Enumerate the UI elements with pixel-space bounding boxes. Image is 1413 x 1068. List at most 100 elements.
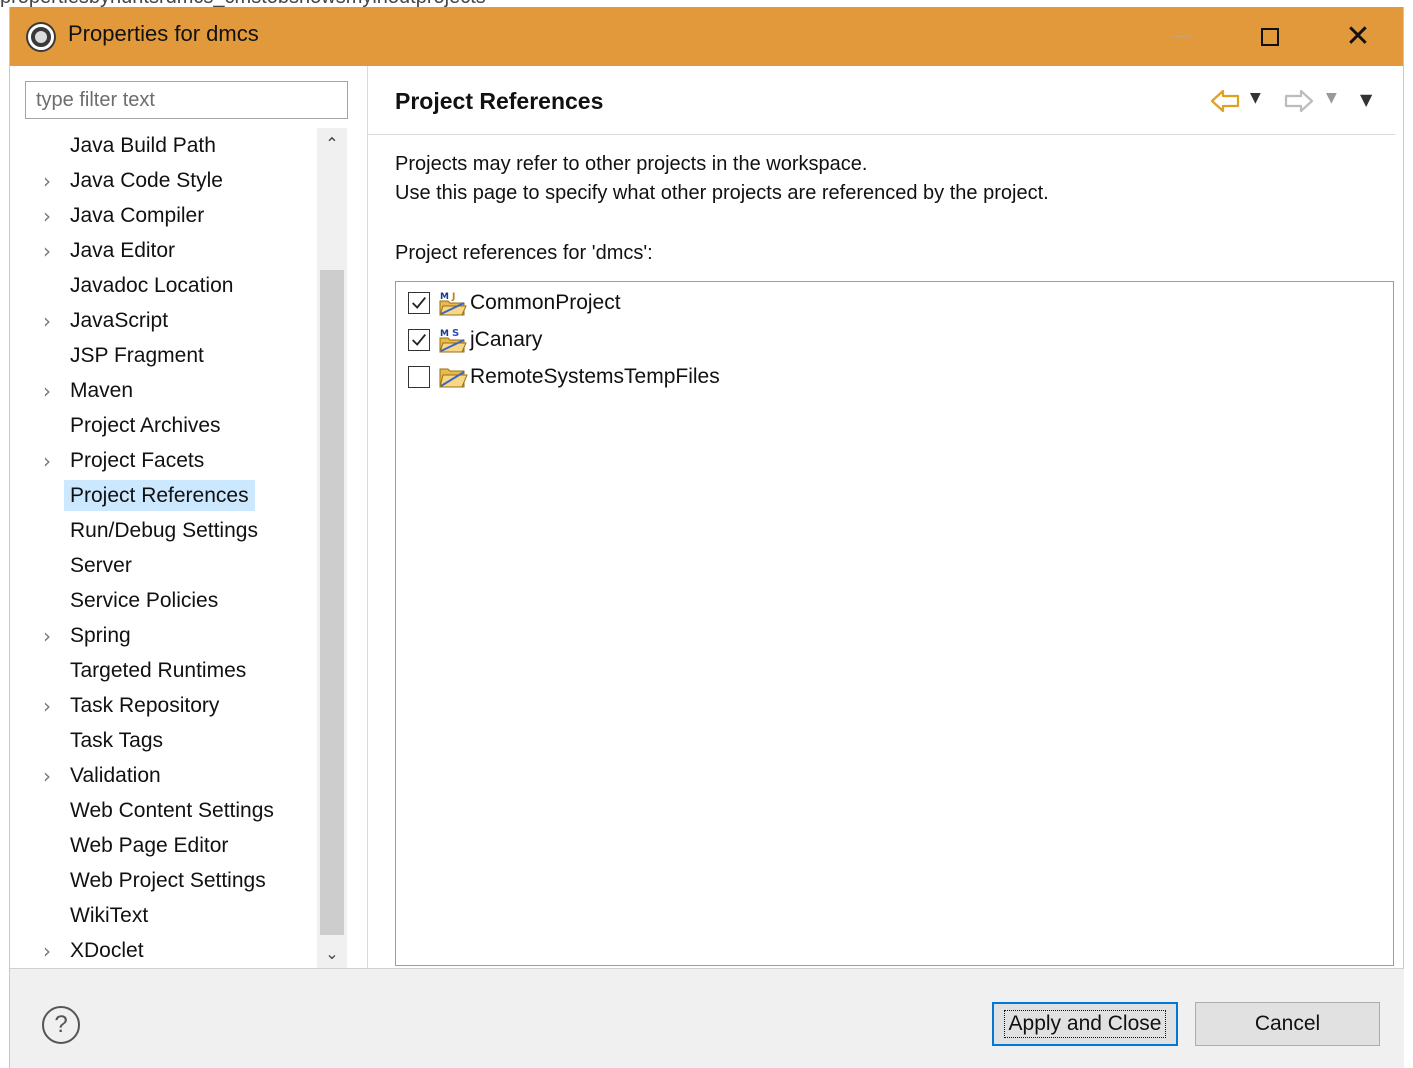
back-history-dropdown-icon[interactable]: ▼	[1250, 90, 1268, 112]
project-reference-item[interactable]: M SjCanary	[408, 323, 542, 357]
sidebar-item-javascript[interactable]: › JavaScript	[10, 303, 316, 338]
chevron-right-icon[interactable]: ›	[40, 303, 54, 338]
chevron-right-icon[interactable]: ›	[40, 198, 54, 233]
project-references-list[interactable]: M J CommonProject M SjCanary RemoteSystemsTem…	[395, 281, 1394, 966]
page-title: Project References	[395, 88, 604, 114]
chevron-right-icon[interactable]: ›	[40, 933, 54, 968]
title-bar[interactable]: Properties for dmcs ✕	[10, 7, 1403, 66]
chevron-right-icon[interactable]: ›	[40, 618, 54, 653]
filter-input[interactable]	[25, 81, 348, 119]
sidebar-item-label: JSP Fragment	[70, 344, 204, 367]
project-reference-item[interactable]: RemoteSystemsTempFiles	[408, 360, 720, 394]
sidebar-item-server[interactable]: Server	[10, 548, 316, 583]
chevron-right-icon[interactable]: ›	[40, 443, 54, 478]
chevron-right-icon[interactable]: ›	[40, 758, 54, 793]
eclipse-app-icon	[28, 24, 54, 50]
apply-and-close-label: Apply and Close	[1003, 1010, 1167, 1038]
unchecked-checkbox[interactable]	[408, 366, 430, 388]
description-line-2: Use this page to specify what other proj…	[395, 182, 1049, 204]
chevron-right-icon[interactable]: ›	[40, 233, 54, 268]
sidebar-item-label: Java Editor	[70, 239, 176, 262]
sidebar-item-label: Service Policies	[70, 589, 219, 612]
sidebar-item-project-archives[interactable]: Project Archives	[10, 408, 316, 443]
sidebar-item-label: Web Content Settings	[70, 799, 274, 822]
project-reference-label: CommonProject	[470, 291, 621, 314]
checked-checkbox[interactable]	[408, 292, 430, 314]
project-reference-label: RemoteSystemsTempFiles	[470, 365, 720, 388]
properties-dialog: Properties for dmcs ✕ Java Build Path › Ja…	[9, 7, 1405, 1068]
sidebar-item-label: Task Repository	[70, 694, 220, 717]
sidebar-item-label: Spring	[70, 624, 131, 647]
sidebar-item-jsp-fragment[interactable]: JSP Fragment	[10, 338, 316, 373]
checkmark-icon	[412, 297, 426, 309]
sidebar-item-javadoc-location[interactable]: Javadoc Location	[10, 268, 316, 303]
sidebar-item-web-project-settings[interactable]: Web Project Settings	[10, 863, 316, 898]
sidebar-item-wikitext[interactable]: WikiText	[10, 898, 316, 933]
sidebar-item-project-facets[interactable]: › Project Facets	[10, 443, 316, 478]
chevron-right-icon[interactable]: ›	[40, 163, 54, 198]
forward-arrow-icon[interactable]	[1284, 88, 1314, 114]
checked-checkbox[interactable]	[408, 329, 430, 351]
apply-and-close-button[interactable]: Apply and Close	[992, 1002, 1178, 1046]
forward-history-dropdown-icon[interactable]: ▼	[1326, 90, 1344, 112]
dialog-footer: ? Apply and Close Cancel	[10, 968, 1405, 1068]
maven-spring-project-icon: MS	[438, 326, 468, 354]
help-icon[interactable]: ?	[42, 1006, 80, 1044]
sidebar: Java Build Path › Java Code Style › Java Com…	[10, 66, 368, 968]
back-arrow-icon[interactable]	[1210, 88, 1240, 114]
checkmark-icon	[412, 334, 426, 346]
scroll-down-arrow-icon[interactable]: ⌄	[317, 938, 347, 968]
project-reference-item[interactable]: M J CommonProject	[408, 286, 621, 320]
sidebar-item-spring[interactable]: › Spring	[10, 618, 316, 653]
sidebar-item-label: Task Tags	[70, 729, 163, 752]
sidebar-item-label: Project Archives	[70, 414, 221, 437]
sidebar-item-label: Java Compiler	[70, 204, 205, 227]
chevron-right-icon[interactable]: ›	[40, 373, 54, 408]
maximize-button[interactable]	[1226, 7, 1314, 66]
sidebar-item-task-repository[interactable]: › Task Repository	[10, 688, 316, 723]
window-edge	[1404, 7, 1413, 1068]
sidebar-item-targeted-runtimes[interactable]: Targeted Runtimes	[10, 653, 316, 688]
sidebar-item-task-tags[interactable]: Task Tags	[10, 723, 316, 758]
minimize-icon	[1171, 36, 1191, 37]
open-folder-icon	[438, 363, 468, 391]
scroll-up-arrow-icon[interactable]: ⌃	[317, 128, 347, 158]
background-window-strip: propertiesbyhuntsrdmcs_cmstobshowsmyinou…	[0, 0, 1413, 7]
cancel-button[interactable]: Cancel	[1195, 1002, 1380, 1046]
scrollbar-thumb[interactable]	[320, 270, 344, 935]
sidebar-item-java-editor[interactable]: › Java Editor	[10, 233, 316, 268]
sidebar-item-label: Web Project Settings	[70, 869, 266, 892]
sidebar-item-java-build-path[interactable]: Java Build Path	[10, 128, 316, 163]
sidebar-item-project-references[interactable]: Project References	[10, 478, 316, 513]
sidebar-item-xdoclet[interactable]: › XDoclet	[10, 933, 316, 968]
sidebar-item-label: Server	[70, 554, 132, 577]
sidebar-item-label: Project Facets	[70, 449, 205, 472]
references-label: Project references for 'dmcs':	[395, 242, 653, 264]
sidebar-item-java-code-style[interactable]: › Java Code Style	[10, 163, 316, 198]
sidebar-item-run-debug-settings[interactable]: Run/Debug Settings	[10, 513, 316, 548]
sidebar-item-label: Targeted Runtimes	[70, 659, 247, 682]
sidebar-item-label: Validation	[70, 764, 161, 787]
main-panel: Project References ▼ ▼ ▼ Projects may re…	[368, 66, 1395, 968]
sidebar-item-web-content-settings[interactable]: Web Content Settings	[10, 793, 316, 828]
sidebar-item-service-policies[interactable]: Service Policies	[10, 583, 316, 618]
sidebar-item-label: WikiText	[70, 904, 149, 927]
svg-text:S: S	[452, 328, 459, 339]
description-line-1: Projects may refer to other projects in …	[395, 153, 868, 175]
tree-scrollbar[interactable]: ⌃ ⌄	[317, 128, 347, 968]
sidebar-item-label: Java Code Style	[70, 169, 223, 192]
sidebar-item-label: Project References	[64, 480, 255, 511]
close-button[interactable]: ✕	[1314, 7, 1402, 66]
sidebar-item-validation[interactable]: › Validation	[10, 758, 316, 793]
sidebar-item-maven[interactable]: › Maven	[10, 373, 316, 408]
maven-java-project-icon: MJ	[438, 289, 468, 317]
sidebar-item-web-page-editor[interactable]: Web Page Editor	[10, 828, 316, 863]
project-reference-label: jCanary	[470, 328, 543, 351]
window-title: Properties for dmcs	[68, 21, 259, 46]
minimize-button[interactable]	[1137, 7, 1225, 66]
view-menu-icon[interactable]: ▼	[1360, 90, 1382, 112]
chevron-right-icon[interactable]: ›	[40, 688, 54, 723]
maximize-icon	[1261, 27, 1279, 46]
sidebar-item-label: Maven	[70, 379, 134, 402]
sidebar-item-java-compiler[interactable]: › Java Compiler	[10, 198, 316, 233]
